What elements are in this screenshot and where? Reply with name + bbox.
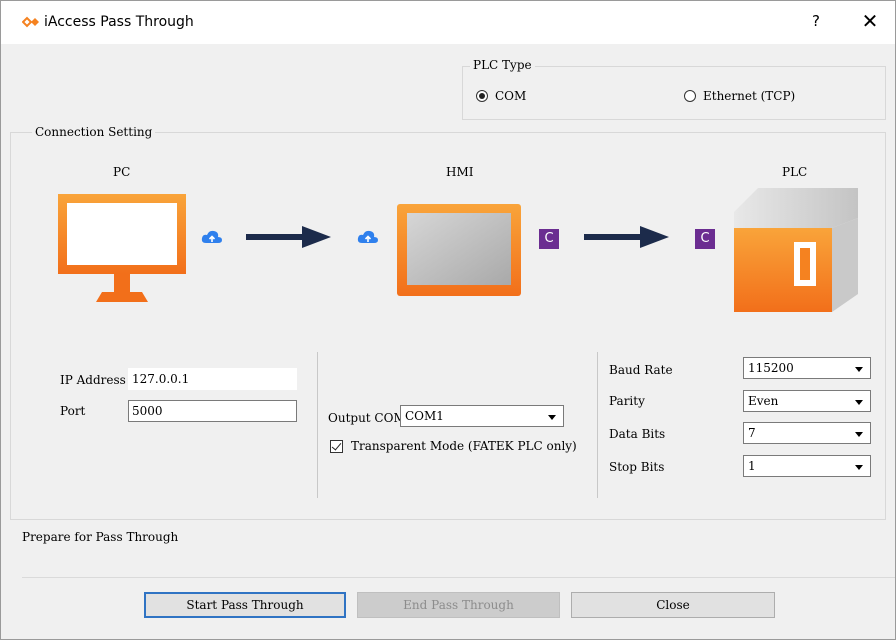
com-port-icon: C <box>539 229 559 249</box>
data-bits-select[interactable]: 7 <box>743 422 871 444</box>
ip-address-label: IP Address <box>60 373 126 387</box>
radio-com-label: COM <box>495 89 527 103</box>
chevron-down-icon <box>855 465 863 470</box>
baud-rate-value: 115200 <box>748 361 794 375</box>
separator <box>317 352 318 498</box>
pc-label: PC <box>113 165 131 179</box>
parity-select[interactable]: Even <box>743 390 871 412</box>
output-com-select[interactable]: COM1 <box>400 405 564 427</box>
status-text: Prepare for Pass Through <box>22 530 179 544</box>
stop-bits-select[interactable]: 1 <box>743 455 871 477</box>
arrow-right-icon <box>246 225 332 249</box>
title-bar: iAccess Pass Through ? ✕ <box>0 0 896 44</box>
parity-value: Even <box>748 394 779 408</box>
chevron-down-icon <box>855 432 863 437</box>
baud-rate-label: Baud Rate <box>609 363 673 377</box>
cloud-upload-icon <box>201 229 223 245</box>
monitor-icon <box>56 192 188 308</box>
separator <box>597 352 598 498</box>
link-diamond-icon <box>22 14 40 30</box>
radio-ethernet[interactable]: Ethernet (TCP) <box>684 89 795 103</box>
close-button[interactable]: Close <box>571 592 775 618</box>
radio-com-indicator[interactable] <box>476 90 488 102</box>
radio-com[interactable]: COM <box>476 89 526 103</box>
hmi-label: HMI <box>446 165 474 179</box>
baud-rate-select[interactable]: 115200 <box>743 357 871 379</box>
plc-label: PLC <box>782 165 808 179</box>
ip-address-field[interactable]: 127.0.0.1 <box>128 368 297 390</box>
help-button[interactable]: ? <box>812 12 820 30</box>
transparent-mode-label: Transparent Mode (FATEK PLC only) <box>351 439 577 453</box>
transparent-mode-checkbox[interactable] <box>330 440 343 453</box>
window-title: iAccess Pass Through <box>44 14 194 30</box>
data-bits-value: 7 <box>748 426 756 440</box>
com-port-icon: C <box>695 229 715 249</box>
radio-ethernet-label: Ethernet (TCP) <box>703 89 796 103</box>
parity-label: Parity <box>609 394 645 408</box>
start-pass-through-button[interactable]: Start Pass Through <box>144 592 346 618</box>
plc-type-label: PLC Type <box>470 58 535 72</box>
port-field[interactable]: 5000 <box>128 400 297 422</box>
close-window-button[interactable]: ✕ <box>858 10 882 34</box>
end-pass-through-button[interactable]: End Pass Through <box>357 592 560 618</box>
connection-setting-label: Connection Setting <box>32 125 156 139</box>
chevron-down-icon <box>855 400 863 405</box>
stop-bits-value: 1 <box>748 459 756 473</box>
radio-ethernet-indicator[interactable] <box>684 90 696 102</box>
output-com-label: Output COM <box>328 411 406 425</box>
port-label: Port <box>60 404 86 418</box>
plc-box-icon <box>732 186 862 314</box>
stop-bits-label: Stop Bits <box>609 460 665 474</box>
data-bits-label: Data Bits <box>609 427 666 441</box>
cloud-upload-icon <box>357 229 379 245</box>
hmi-panel-icon <box>396 203 522 297</box>
arrow-right-icon <box>584 225 670 249</box>
output-com-value: COM1 <box>405 409 444 423</box>
chevron-down-icon <box>855 367 863 372</box>
chevron-down-icon <box>548 415 556 420</box>
